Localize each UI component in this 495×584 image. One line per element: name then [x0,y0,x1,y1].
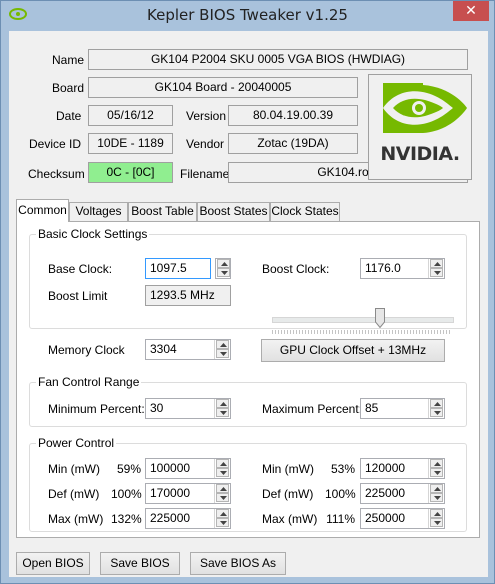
name-field: GK104 P2004 SKU 0005 VGA BIOS (HWDIAG) [88,49,468,70]
tab-clock-states[interactable]: Clock States [270,202,340,221]
power-left-min-input[interactable]: 100000 [145,458,231,479]
base-clock-input[interactable]: 1097.5 [145,258,211,279]
name-label: Name [52,53,85,67]
tab-voltages[interactable]: Voltages [69,202,128,221]
power-left-max-pct: 132% [111,512,142,526]
spin-down-icon[interactable] [216,518,229,527]
main-content: Name GK104 P2004 SKU 0005 VGA BIOS (HWDI… [9,31,488,577]
spin-down-icon[interactable] [216,349,229,358]
nvidia-logo: NVIDIA. [368,74,472,180]
close-button[interactable]: ✕ [453,1,489,21]
power-right-def-input[interactable]: 225000 [360,483,445,504]
power-right-max-label: Max (mW) [262,512,318,526]
spin-down-icon[interactable] [216,493,229,502]
spin-down-icon[interactable] [430,408,443,417]
gpu-clock-offset-button[interactable]: GPU Clock Offset + 13MHz [261,339,445,362]
base-clock-label: Base Clock: [48,262,113,276]
spin-down-icon[interactable] [216,408,229,417]
tab-boost-table[interactable]: Boost Table [128,202,197,221]
version-label: Version [186,109,227,123]
boost-slider-track[interactable] [272,317,454,323]
date-label: Date [56,109,82,123]
basic-clock-title: Basic Clock Settings [38,227,148,241]
window-title: Kepler BIOS Tweaker v1.25 [147,6,348,24]
spin-up-icon[interactable] [430,509,443,518]
tab-common[interactable]: Common [16,199,69,222]
nvidia-logo-text: NVIDIA. [380,143,460,165]
spin-down-icon[interactable] [430,468,443,477]
spin-up-icon[interactable] [216,509,229,518]
power-left-max-input[interactable]: 225000 [145,508,231,529]
fan-max-input[interactable]: 85 [360,398,445,419]
power-right-max-input[interactable]: 250000 [360,508,445,529]
device-id-label: Device ID [29,137,82,151]
spin-down-icon[interactable] [430,493,443,502]
version-field: 80.04.19.00.39 [228,105,358,126]
memory-clock-input[interactable]: 3304 [145,339,231,360]
board-label: Board [52,81,85,95]
power-right-max-pct: 111% [326,512,355,526]
spin-up-icon[interactable] [430,259,443,268]
boost-limit-label: Boost Limit [48,289,108,303]
checksum-field: 0C - [0C] [88,162,173,183]
spin-down-icon[interactable] [217,268,230,277]
spin-up-icon[interactable] [430,399,443,408]
spin-up-icon[interactable] [216,399,229,408]
spin-down-icon[interactable] [430,268,443,277]
power-left-def-pct: 100% [111,487,142,501]
vendor-label: Vendor [186,137,225,151]
save-bios-button[interactable]: Save BIOS [100,552,180,575]
app-window: Kepler BIOS Tweaker v1.25 ✕ Name GK104 P… [0,0,495,584]
power-right-min-input[interactable]: 120000 [360,458,445,479]
power-left-min-pct: 59% [116,462,141,476]
checksum-label: Checksum [28,167,85,181]
spin-down-icon[interactable] [430,518,443,527]
power-right-def-pct: 100% [325,487,356,501]
power-right-min-pct: 53% [330,462,355,476]
base-clock-spinner[interactable] [213,258,231,279]
filename-label: Filename [180,167,230,181]
power-left-def-label: Def (mW) [48,487,100,501]
power-right-min-label: Min (mW) [262,462,314,476]
memory-clock-label: Memory Clock [48,343,125,357]
boost-slider-thumb[interactable] [375,308,386,328]
power-left-max-label: Max (mW) [48,512,104,526]
spin-down-icon[interactable] [216,468,229,477]
date-field: 05/16/12 [88,105,173,126]
boost-clock-input[interactable]: 1176.0 [360,258,445,279]
open-bios-button[interactable]: Open BIOS [16,552,90,575]
power-left-def-input[interactable]: 170000 [145,483,231,504]
save-bios-as-button[interactable]: Save BIOS As [190,552,286,575]
fan-min-label: Minimum Percent: [48,402,145,416]
device-id-field: 10DE - 1189 [88,133,173,154]
vendor-field: Zotac (19DA) [228,133,358,154]
power-right-def-label: Def (mW) [262,487,314,501]
board-field: GK104 Board - 20040005 [88,77,358,98]
spin-up-icon[interactable] [216,484,229,493]
tab-boost-states[interactable]: Boost States [197,202,270,221]
fan-max-label: Maximum Percent: [262,402,363,416]
title-bar: Kepler BIOS Tweaker v1.25 ✕ [1,1,494,30]
boost-slider-ticks [272,330,452,334]
boost-limit-field: 1293.5 MHz [145,285,231,306]
spin-up-icon[interactable] [430,484,443,493]
spin-up-icon[interactable] [430,459,443,468]
fan-min-input[interactable]: 30 [145,398,231,419]
power-control-title: Power Control [38,436,115,450]
spin-up-icon[interactable] [216,340,229,349]
spin-up-icon[interactable] [217,259,230,268]
fan-control-title: Fan Control Range [38,375,140,389]
spin-up-icon[interactable] [216,459,229,468]
boost-clock-label: Boost Clock: [262,262,330,276]
power-left-min-label: Min (mW) [48,462,100,476]
common-tab-panel: Basic Clock Settings Base Clock: 1097.5 … [16,221,480,538]
